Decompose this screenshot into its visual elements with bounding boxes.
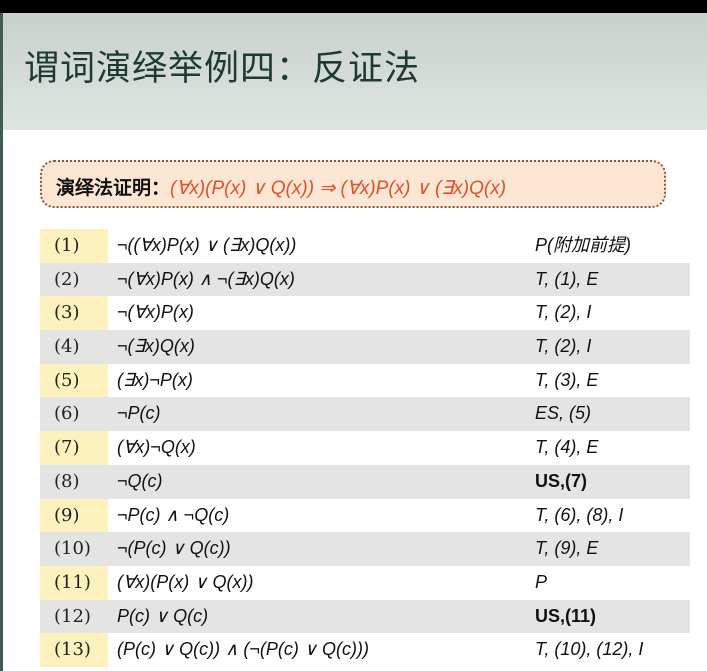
step-justification: T, (4), E <box>535 437 599 458</box>
step-number: (6) <box>54 403 80 425</box>
proof-step-row: (11) (∀x)(P(x) ∨ Q(x)) P <box>40 565 690 600</box>
step-justification: US,(7) <box>535 470 588 491</box>
proof-goal-callout: 演绎法证明：(∀x)(P(x) ∨ Q(x)) ⇒ (∀x)P(x) ∨ (∃x… <box>40 160 666 208</box>
callout-formula: (∀x)(P(x) ∨ Q(x)) ⇒ (∀x)P(x) ∨ (∃x)Q(x) <box>170 178 507 199</box>
callout-label: 演绎法证明： <box>56 177 171 199</box>
step-justification: T, (2), I <box>535 336 592 357</box>
step-formula: ¬(∃x)Q(x) <box>117 336 195 357</box>
proof-step-row: (5) (∃x)¬P(x) T, (3), E <box>40 363 690 398</box>
left-accent-strip <box>0 13 3 671</box>
step-justification: T, (6), (8), I <box>535 504 624 525</box>
step-justification: P <box>535 571 548 592</box>
step-justification: T, (3), E <box>535 369 599 390</box>
step-formula: ¬(P(c) ∨ Q(c)) <box>117 538 231 559</box>
proof-step-row: (2) ¬(∀x)P(x) ∧ ¬(∃x)Q(x) T, (1), E <box>40 262 690 297</box>
step-number: (3) <box>40 296 108 331</box>
step-formula: ¬(∀x)P(x) ∧ ¬(∃x)Q(x) <box>117 268 295 289</box>
step-formula: ¬P(c) ∧ ¬Q(c) <box>117 504 230 525</box>
proof-step-row: (1) ¬((∀x)P(x) ∨ (∃x)Q(x)) P(附加前提) <box>40 229 690 263</box>
step-justification: P(附加前提) <box>535 235 631 255</box>
step-number: (10) <box>54 538 91 560</box>
step-justification: T, (1), E <box>535 268 599 289</box>
top-black-bar <box>0 0 707 13</box>
proof-step-row: (10) ¬(P(c) ∨ Q(c)) T, (9), E <box>40 532 690 566</box>
proof-step-row: (6) ¬P(c) ES, (5) <box>40 397 690 432</box>
proof-step-row: (8) ¬Q(c) US,(7) <box>40 464 690 499</box>
step-justification: US,(11) <box>535 605 597 626</box>
step-formula: (∀x)¬Q(x) <box>117 437 196 458</box>
step-number: (1) <box>40 229 108 263</box>
step-number: (12) <box>54 605 91 627</box>
step-number: (5) <box>40 363 108 398</box>
step-number: (13) <box>40 633 108 667</box>
step-number: (4) <box>54 336 80 358</box>
step-justification: T, (10), (12), I <box>535 639 644 660</box>
step-justification: T, (2), I <box>535 302 592 323</box>
proof-step-row: (9) ¬P(c) ∧ ¬Q(c) T, (6), (8), I <box>40 498 690 533</box>
step-justification: T, (9), E <box>535 538 599 559</box>
step-number: (11) <box>40 565 108 600</box>
step-formula: ¬(∀x)P(x) <box>117 302 194 323</box>
proof-step-row: (13) (P(c) ∨ Q(c)) ∧ (¬(P(c) ∨ Q(c))) T, (… <box>40 633 690 667</box>
proof-table: (1) ¬((∀x)P(x) ∨ (∃x)Q(x)) P(附加前提) (2) ¬(∀x)… <box>40 229 690 667</box>
slide-title: 谓词演绎举例四：反证法 <box>24 49 421 89</box>
proof-step-row: (7) (∀x)¬Q(x) T, (4), E <box>40 431 690 465</box>
step-formula: (∃x)¬P(x) <box>117 369 193 390</box>
step-formula: (∀x)(P(x) ∨ Q(x)) <box>117 571 254 592</box>
proof-step-row: (3) ¬(∀x)P(x) T, (2), I <box>40 296 690 331</box>
step-formula: ¬P(c) <box>117 403 161 424</box>
step-justification: ES, (5) <box>535 403 592 424</box>
step-formula: P(c) ∨ Q(c) <box>117 605 209 626</box>
step-number: (2) <box>54 268 80 290</box>
step-number: (7) <box>40 431 108 465</box>
step-number: (8) <box>54 470 80 492</box>
step-formula: (P(c) ∨ Q(c)) ∧ (¬(P(c) ∨ Q(c))) <box>117 639 369 660</box>
step-formula: ¬((∀x)P(x) ∨ (∃x)Q(x)) <box>117 235 297 255</box>
proof-step-row: (4) ¬(∃x)Q(x) T, (2), I <box>40 330 690 364</box>
proof-step-row: (12) P(c) ∨ Q(c) US,(11) <box>40 599 690 634</box>
step-number: (9) <box>40 498 108 533</box>
step-formula: ¬Q(c) <box>117 470 163 491</box>
